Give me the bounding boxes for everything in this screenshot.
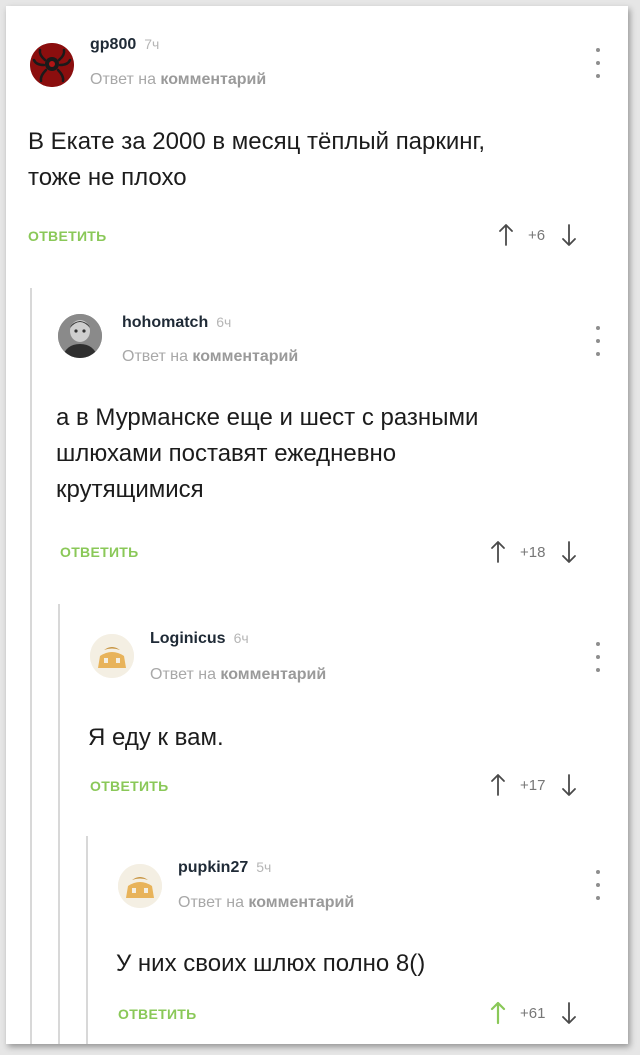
comments-card: gp800 7ч Ответ на комментарий В Екате за …	[6, 6, 628, 1044]
upvote-arrow-icon[interactable]	[490, 1001, 506, 1025]
score: +61	[520, 1004, 546, 1022]
upvote-arrow-icon[interactable]	[498, 223, 514, 247]
more-options-icon[interactable]	[594, 642, 602, 672]
reply-button[interactable]: ОТВЕТИТЬ	[118, 1006, 197, 1022]
downvote-arrow-icon[interactable]	[561, 1001, 577, 1025]
score: +6	[528, 226, 546, 244]
avatar[interactable]	[118, 864, 162, 908]
username[interactable]: gp800 7ч	[90, 36, 159, 54]
user-photo-icon	[58, 314, 102, 358]
username[interactable]: hohomatch 6ч	[122, 314, 231, 332]
more-options-icon[interactable]	[594, 48, 602, 78]
avatar[interactable]	[58, 314, 102, 358]
thread-line[interactable]	[58, 604, 60, 1044]
downvote-arrow-icon[interactable]	[561, 773, 577, 797]
comment-text: В Екате за 2000 в месяц тёплый паркинг, …	[28, 128, 486, 191]
comment-text: Я еду к вам.	[88, 724, 224, 751]
vote-controls: +18	[490, 540, 577, 564]
default-avatar-icon	[90, 634, 134, 678]
thread-line[interactable]	[86, 836, 88, 1044]
downvote-arrow-icon[interactable]	[561, 540, 577, 564]
timestamp: 6ч	[233, 630, 249, 646]
avatar[interactable]	[30, 43, 74, 87]
more-options-icon[interactable]	[594, 870, 602, 900]
reply-to-link[interactable]: Ответ на комментарий	[150, 666, 326, 684]
thread-line[interactable]	[30, 288, 32, 1044]
reply-button[interactable]: ОТВЕТИТЬ	[28, 228, 107, 244]
vote-controls: +17	[490, 773, 577, 797]
hydra-logo-icon	[30, 43, 74, 87]
timestamp: 6ч	[216, 314, 232, 330]
avatar[interactable]	[90, 634, 134, 678]
reply-button[interactable]: ОТВЕТИТЬ	[60, 544, 139, 560]
comment-gp800: gp800 7ч Ответ на комментарий В Екате за …	[6, 6, 628, 266]
reply-to-link[interactable]: Ответ на комментарий	[122, 348, 298, 366]
upvote-arrow-icon[interactable]	[490, 540, 506, 564]
default-avatar-icon	[118, 864, 162, 908]
downvote-arrow-icon[interactable]	[561, 223, 577, 247]
username[interactable]: Loginicus 6ч	[150, 630, 249, 648]
timestamp: 5ч	[256, 859, 272, 875]
reply-button[interactable]: ОТВЕТИТЬ	[90, 778, 169, 794]
reply-to-link[interactable]: Ответ на комментарий	[178, 894, 354, 912]
comment-pupkin27: pupkin27 5ч Ответ на комментарий У них св…	[6, 6, 628, 1025]
vote-controls: +61	[490, 1001, 577, 1025]
score: +18	[520, 543, 546, 561]
upvote-arrow-icon[interactable]	[490, 773, 506, 797]
reply-to-link[interactable]: Ответ на комментарий	[90, 71, 266, 89]
comment-text: У них своих шлюх полно 8()	[116, 950, 426, 977]
comment-text: а в Мурманске еще и шест с разными шлюха…	[56, 404, 479, 503]
score: +17	[520, 776, 546, 794]
more-options-icon[interactable]	[594, 326, 602, 356]
username[interactable]: pupkin27 5ч	[178, 859, 271, 877]
timestamp: 7ч	[144, 36, 160, 52]
vote-controls: +6	[498, 223, 577, 247]
